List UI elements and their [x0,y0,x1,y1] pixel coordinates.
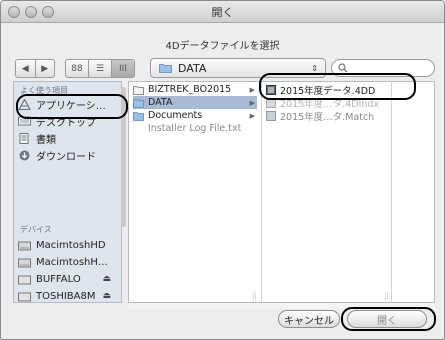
sidebar-device-macintoshhd[interactable]: MacimtoshHD [18,237,106,253]
list-item-label: 2015年度…タ.Match [280,111,375,123]
popup-chevron-icon: ⇕ [311,63,318,73]
sidebar-device-toshiba[interactable]: TOSHIBA8M ⏏ [18,288,119,304]
documents-icon [18,132,31,144]
browser-column-2: 2015年度データ.4DD 2015年度…タ.4DIndx 2015年度…タ.M… [261,81,391,303]
sidebar-item-documents[interactable]: 書類 [18,130,56,146]
columns-icon: III [119,63,127,74]
list-item-label: Documents [148,110,203,121]
sidebar-item-label: BUFFALO [36,273,81,285]
list-item-label: DATA [148,97,173,108]
folder-icon [133,111,144,121]
sidebar-item-label: MacimtoshH… [36,256,108,268]
column-view-button[interactable]: III [112,60,134,77]
folder-icon [133,98,144,108]
list-icon: ☰ [95,63,105,74]
hard-drive-icon [18,257,31,268]
column-resize-handle[interactable]: || [384,292,389,300]
list-item[interactable]: DATA ▶ [133,96,257,109]
external-drive-icon [18,291,31,302]
back-button[interactable]: ◀ [16,60,35,77]
list-item: 2015年度…タ.Match [266,109,387,123]
window-title: 開く [211,6,234,19]
folder-icon [159,64,172,73]
disclosure-arrow-icon: ▶ [249,98,255,107]
devices-heading: デバイス [20,225,52,234]
sidebar-item-label: TOSHIBA8M [36,290,96,302]
eject-icon[interactable]: ⏏ [102,274,111,284]
column-resize-handle[interactable]: || [252,292,257,300]
list-item-label: Installer Log File.txt [148,123,242,134]
sidebar-device-macintoshh2[interactable]: MacimtoshH… [18,254,108,270]
back-forward-control: ◀ ▶ [15,59,55,78]
disclosure-arrow-icon: ▶ [249,85,255,94]
match-file-icon [266,110,276,121]
cancel-button[interactable]: キャンセル [278,310,340,328]
sidebar-device-buffalo[interactable]: BUFFALO ⏏ [18,271,119,287]
browser-column-1: BIZTREK_BO2015 ▶ DATA ▶ Documents ▶ Inst… [128,81,261,303]
hard-drive-icon [18,240,31,251]
external-drive-icon [18,274,31,285]
back-arrow-icon: ◀ [21,63,29,74]
search-icon [338,63,348,73]
folder-icon [133,85,144,95]
browser-column-3 [391,81,435,303]
disclosure-arrow-icon: ▶ [249,111,255,120]
view-mode-selector: 88 ☰ III [65,59,135,78]
list-item-label: BIZTREK_BO2015 [148,84,232,95]
downloads-icon [18,150,31,161]
path-popup-label: DATA [178,61,207,75]
list-view-button[interactable]: ☰ [89,60,111,77]
highlight-outline-applications [16,94,128,119]
title-bar: 開く [1,1,444,23]
eject-icon[interactable]: ⏏ [102,291,111,301]
highlight-outline-open-button [341,307,436,331]
sidebar-item-downloads[interactable]: ダウンロード [18,147,96,163]
forward-arrow-icon: ▶ [41,63,49,74]
sidebar-item-label: MacimtoshHD [36,239,106,251]
sidebar-item-label: ダウンロード [36,151,96,163]
icon-view-button[interactable]: 88 [66,60,88,77]
open-file-dialog: 開く 4Dデータファイルを選択 ◀ ▶ 88 ☰ III DATA ⇕ よく使う… [0,0,445,340]
list-item[interactable]: BIZTREK_BO2015 ▶ [133,83,257,96]
icon-grid-icon: 88 [71,63,83,74]
dialog-subtitle: 4Dデータファイルを選択 [165,41,280,52]
highlight-outline-datafile [259,73,416,100]
sidebar-item-label: 書類 [36,134,56,146]
list-item[interactable]: Documents ▶ [133,109,257,122]
list-item[interactable]: Installer Log File.txt [133,122,257,135]
forward-button[interactable]: ▶ [36,60,55,77]
